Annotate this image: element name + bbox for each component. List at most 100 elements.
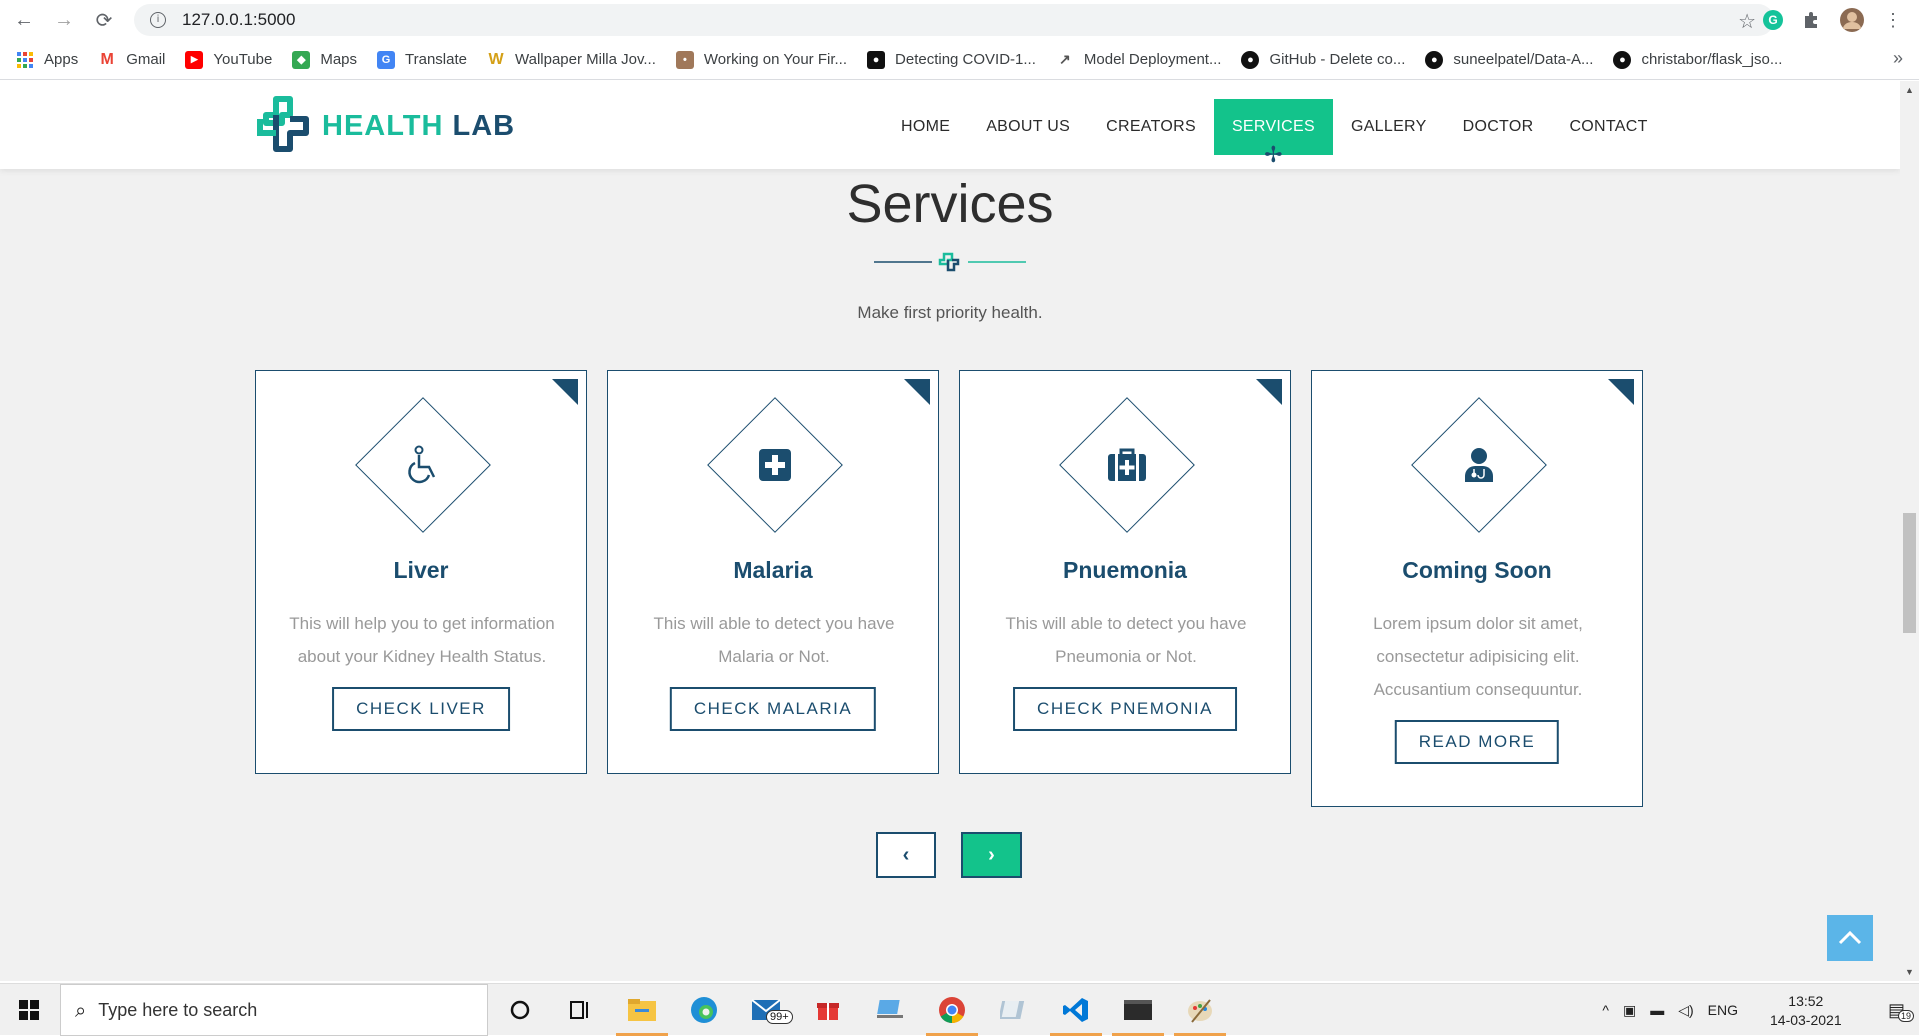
bookmark-covid[interactable]: ● Detecting COVID-1...	[867, 50, 1036, 69]
avatar-icon: •	[675, 50, 694, 69]
scrollbar-thumb[interactable]	[1903, 513, 1916, 633]
profile-avatar-icon[interactable]	[1838, 6, 1866, 34]
bookmarks-overflow-button[interactable]: »	[1893, 48, 1903, 69]
taskbar-search[interactable]: ⌕ Type here to search	[60, 984, 488, 1036]
menu-services-label: SERVICES	[1231, 118, 1315, 135]
paint-icon[interactable]	[1174, 992, 1226, 1036]
taskbar-search-placeholder: Type here to search	[98, 999, 258, 1020]
menu-about-us[interactable]: ABOUT US	[968, 99, 1088, 155]
device-icon[interactable]: ▣	[1623, 1002, 1636, 1019]
windows-taskbar: ⌕ Type here to search 99+ ^ ▣ ▬ ◁) ENG ▤…	[0, 983, 1919, 1036]
menu-gallery[interactable]: GALLERY	[1333, 99, 1445, 155]
corner-triangle-icon	[1608, 379, 1634, 405]
w-icon: W	[488, 50, 504, 68]
chevron-up-icon[interactable]: ^	[1602, 1002, 1609, 1018]
bookmark-youtube[interactable]: ▶ YouTube	[185, 50, 273, 69]
site-logo[interactable]: HEALTH LAB	[254, 95, 515, 157]
carousel-prev-button[interactable]: ‹	[876, 832, 936, 878]
volume-icon[interactable]: ◁)	[1678, 1002, 1693, 1019]
system-clock[interactable]: 13:52 14-03-2021	[1770, 992, 1842, 1030]
bookmark-maps[interactable]: ◆ Maps	[292, 50, 358, 69]
edge-browser-icon[interactable]	[686, 992, 722, 1028]
windows-logo-icon	[19, 1000, 39, 1020]
card-description: This will help you to get information ab…	[289, 614, 555, 666]
doctor-icon	[1449, 435, 1509, 495]
notification-count: 19	[1897, 1009, 1914, 1022]
browser-menu-icon[interactable]: ⋮	[1879, 6, 1907, 34]
check-liver-button[interactable]: CHECK LIVER	[332, 687, 510, 731]
vscode-icon[interactable]	[1050, 992, 1102, 1036]
bookmark-wallpaper[interactable]: W Wallpaper Milla Jov...	[487, 50, 656, 69]
menu-doctor[interactable]: DOCTOR	[1445, 99, 1552, 155]
bookmark-suneelpatel[interactable]: ● suneelpatel/Data-A...	[1425, 50, 1593, 69]
bookmark-github-delete[interactable]: ● GitHub - Delete co...	[1241, 50, 1406, 69]
gift-app-icon[interactable]	[810, 992, 846, 1028]
bookmark-label: YouTube	[213, 51, 273, 68]
service-card-pneumonia: Pnuemonia This will able to detect you h…	[959, 370, 1291, 774]
reload-icon[interactable]: ⟳	[88, 4, 120, 36]
laptop-app-icon[interactable]	[872, 992, 908, 1028]
youtube-icon: ▶	[185, 50, 204, 69]
browser-toolbar: ← → ⟳ i 127.0.0.1:5000 ☆ G ⋮	[0, 0, 1919, 40]
bookmark-gmail[interactable]: M Gmail	[98, 51, 166, 69]
grammarly-icon[interactable]: G	[1759, 6, 1787, 34]
github-icon: ●	[1425, 50, 1444, 69]
battery-icon[interactable]: ▬	[1650, 1002, 1664, 1018]
page-scrollbar[interactable]: ▲ ▼	[1900, 81, 1919, 981]
site-info-icon[interactable]: i	[150, 12, 166, 28]
bookmark-translate[interactable]: G Translate	[377, 50, 467, 69]
wheelchair-icon	[393, 435, 453, 495]
logo-lab-text: LAB	[452, 109, 516, 142]
section-divider-cross-icon	[874, 252, 1026, 272]
address-bar[interactable]: i 127.0.0.1:5000 ☆	[134, 4, 1774, 36]
bookmark-star-icon[interactable]: ☆	[1738, 9, 1756, 34]
bookmark-label: Translate	[405, 51, 467, 68]
card-title: Liver	[393, 557, 449, 583]
file-explorer-icon[interactable]	[616, 992, 668, 1036]
notebook-app-icon[interactable]	[996, 992, 1032, 1028]
menu-home[interactable]: HOME	[883, 99, 968, 155]
scroll-down-arrow-icon[interactable]: ▼	[1905, 967, 1914, 977]
bookmark-christabor[interactable]: ● christabor/flask_jso...	[1613, 50, 1782, 69]
bookmark-label: Maps	[320, 51, 358, 68]
menu-services[interactable]: SERVICES ✢	[1213, 99, 1333, 166]
menu-contact[interactable]: CONTACT	[1551, 99, 1665, 155]
site-header: HEALTH LAB HOME ABOUT US CREATORS SERVIC…	[0, 81, 1900, 169]
back-to-top-button[interactable]	[1827, 915, 1873, 961]
task-view-icon[interactable]	[562, 992, 598, 1028]
bookmark-label: GitHub - Delete co...	[1269, 51, 1406, 68]
chrome-icon[interactable]	[926, 992, 978, 1036]
corner-triangle-icon	[1256, 379, 1282, 405]
cortana-icon[interactable]	[502, 992, 538, 1028]
scroll-up-arrow-icon[interactable]: ▲	[1905, 85, 1914, 95]
bookmark-label: Wallpaper Milla Jov...	[515, 51, 656, 68]
forward-arrow-icon[interactable]: →	[48, 4, 80, 36]
system-tray: ^ ▣ ▬ ◁) ENG ▤ 19	[1602, 984, 1919, 1036]
language-indicator[interactable]: ENG	[1708, 1002, 1738, 1018]
mail-icon[interactable]: 99+	[748, 992, 793, 1028]
extensions-puzzle-icon[interactable]	[1797, 6, 1825, 34]
github-icon: ●	[1613, 50, 1632, 69]
main-menu: HOME ABOUT US CREATORS SERVICES ✢ GALLER…	[883, 99, 1666, 166]
bookmark-apps[interactable]: Apps	[16, 51, 78, 69]
corner-triangle-icon	[552, 379, 578, 405]
check-pneumonia-button[interactable]: CHECK PNEMONIA	[1013, 687, 1237, 731]
bookmark-label: Model Deployment...	[1083, 51, 1222, 68]
start-button[interactable]	[0, 984, 58, 1036]
section-title: Services	[846, 174, 1054, 234]
bookmark-label: Gmail	[126, 51, 166, 68]
active-cross-marker-icon: ✢	[1264, 142, 1283, 167]
check-malaria-button[interactable]: CHECK MALARIA	[669, 687, 877, 731]
medical-plus-icon	[745, 435, 805, 495]
terminal-icon[interactable]	[1112, 992, 1164, 1036]
back-arrow-icon[interactable]: ←	[8, 4, 40, 36]
bookmark-model[interactable]: ↗ Model Deployment...	[1056, 51, 1222, 69]
read-more-button[interactable]: READ MORE	[1394, 720, 1560, 764]
bookmark-working[interactable]: • Working on Your Fir...	[675, 50, 847, 69]
carousel-next-button[interactable]: ›	[961, 832, 1022, 878]
notifications-icon[interactable]: ▤ 19	[1888, 1000, 1914, 1022]
address-url[interactable]: 127.0.0.1:5000	[182, 10, 295, 30]
menu-creators[interactable]: CREATORS	[1088, 99, 1214, 155]
service-card-coming-soon: Coming Soon Lorem ipsum dolor sit amet, …	[1311, 370, 1643, 807]
section-subtitle: Make first priority health.	[857, 303, 1043, 322]
